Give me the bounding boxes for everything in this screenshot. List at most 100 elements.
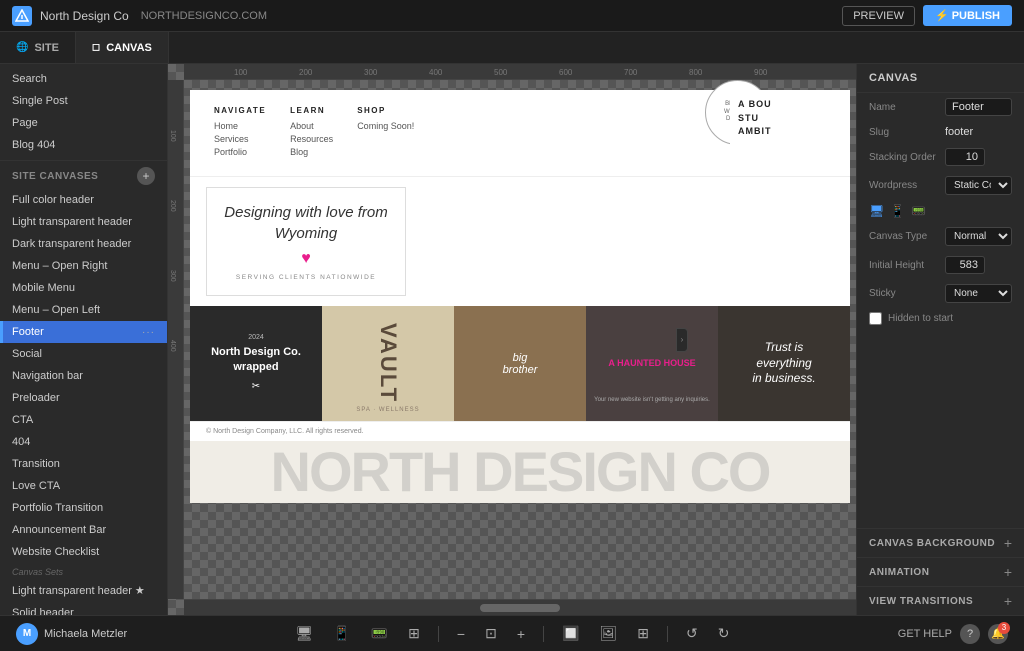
preview-image-strip: 2024 North Design Co.wrapped ✂ VAULT SPA… xyxy=(190,306,850,421)
sidebar-item-navigation-bar[interactable]: Navigation bar xyxy=(0,365,167,387)
ruler-left-mark-3: 300 xyxy=(169,270,176,282)
initial-height-input[interactable] xyxy=(945,256,985,274)
toolbar-image-btn[interactable]: 🖼 xyxy=(593,621,623,646)
nav-col-shop: SHOP Coming Soon! xyxy=(357,106,414,160)
strip-item-dog: bigbrother xyxy=(454,306,586,421)
tab-site[interactable]: 🌐 SITE xyxy=(0,32,76,63)
toolbar-zoom-out-btn[interactable]: − xyxy=(451,622,471,646)
top-bar-actions: PREVIEW ⚡ PUBLISH xyxy=(842,5,1012,26)
sidebar-item-light-transparent-star[interactable]: Light transparent header ★ xyxy=(0,579,167,602)
slug-field-row: Slug footer xyxy=(857,121,1024,143)
sidebar-item-404[interactable]: 404 xyxy=(0,431,167,453)
sidebar-item-solid-header[interactable]: Solid header xyxy=(0,602,167,615)
right-panel-collapse[interactable]: › xyxy=(676,328,688,352)
horizontal-scrollbar[interactable] xyxy=(184,599,856,615)
animation-section[interactable]: ANIMATION + xyxy=(857,557,1024,586)
sidebar-item-search[interactable]: Search xyxy=(0,68,167,90)
hidden-checkbox[interactable] xyxy=(869,312,882,325)
sidebar-item-announcement-bar[interactable]: Announcement Bar xyxy=(0,519,167,541)
canvas-type-row: Canvas Type Normal xyxy=(857,222,1024,251)
user-info: M Michaela Metzler xyxy=(16,623,127,645)
view-transitions-plus[interactable]: + xyxy=(1004,593,1012,609)
sidebar-item-footer[interactable]: Footer ··· xyxy=(0,321,167,343)
sticky-select[interactable]: None xyxy=(945,284,1012,303)
view-transitions-section[interactable]: VIEW TRANSITIONS + xyxy=(857,586,1024,615)
active-indicator xyxy=(0,321,3,343)
preview-navigation: NAVIGATE Home Services Portfolio LEARN A… xyxy=(190,90,850,176)
publish-button[interactable]: ⚡ PUBLISH xyxy=(923,5,1012,26)
toolbar-mobile-btn[interactable]: 📟 xyxy=(365,621,394,646)
sidebar: Search Single Post Page Blog 404 SITE CA… xyxy=(0,64,168,615)
sidebar-item-light-transparent[interactable]: Light transparent header xyxy=(0,211,167,233)
main-content: Search Single Post Page Blog 404 SITE CA… xyxy=(0,64,1024,615)
sidebar-item-portfolio-transition[interactable]: Portfolio Transition xyxy=(0,497,167,519)
sidebar-item-transition[interactable]: Transition xyxy=(0,453,167,475)
hero-heart: ♥ xyxy=(223,250,389,268)
sidebar-item-mobile-menu[interactable]: Mobile Menu xyxy=(0,277,167,299)
ruler-mark-500: 500 xyxy=(494,68,507,77)
canvas-background-section[interactable]: CANVAS BACKGROUND + xyxy=(857,528,1024,557)
sidebar-item-social[interactable]: Social xyxy=(0,343,167,365)
toolbar-gallery-btn[interactable]: ⊞ xyxy=(631,621,655,646)
desktop-icon[interactable]: 🖥 xyxy=(869,204,884,218)
mobile-icon[interactable]: 📟 xyxy=(911,204,926,218)
sidebar-item-single-post[interactable]: Single Post xyxy=(0,90,167,112)
nav-link-blog: Blog xyxy=(290,147,333,157)
canvas-bg-plus[interactable]: + xyxy=(1004,535,1012,551)
sidebar-item-menu-open-right[interactable]: Menu – Open Right xyxy=(0,255,167,277)
sidebar-item-page[interactable]: Page xyxy=(0,112,167,134)
toolbar-center: 🖥 📱 📟 ⊞ − ⊡ + 🔲 🖼 ⊞ ↺ ↻ xyxy=(290,621,736,646)
sidebar-item-full-color-header[interactable]: Full color header xyxy=(0,189,167,211)
nav-link-coming-soon: Coming Soon! xyxy=(357,121,414,131)
sidebar-item-cta[interactable]: CTA xyxy=(0,409,167,431)
notification-btn-wrapper: 🔔 3 xyxy=(988,624,1008,644)
canvas-sets-label: Canvas Sets xyxy=(0,563,167,579)
stacking-order-row: Stacking Order xyxy=(857,143,1024,171)
sticky-label: Sticky xyxy=(869,288,939,299)
stacking-order-input[interactable] xyxy=(945,148,985,166)
ruler-mark-900: 900 xyxy=(754,68,767,77)
sidebar-item-website-checklist[interactable]: Website Checklist xyxy=(0,541,167,563)
page-label: Page xyxy=(12,117,38,129)
toolbar-redo-btn[interactable]: ↻ xyxy=(712,621,736,646)
toolbar-tablet-btn[interactable]: 📱 xyxy=(327,621,356,646)
preview-button[interactable]: PREVIEW xyxy=(842,6,915,26)
tablet-icon[interactable]: 📱 xyxy=(890,204,905,218)
sidebar-item-menu-open-left[interactable]: Menu – Open Left xyxy=(0,299,167,321)
toolbar-grid-btn[interactable]: ⊞ xyxy=(402,621,426,646)
view-transitions-title: VIEW TRANSITIONS xyxy=(869,596,973,607)
toolbar-zoom-fit-btn[interactable]: ⊡ xyxy=(479,621,503,646)
wordpress-select[interactable]: Static Content xyxy=(945,176,1012,195)
canvas-area[interactable]: 100 200 300 400 500 600 700 800 900 100 … xyxy=(168,64,856,615)
initial-height-label: Initial Height xyxy=(869,260,939,271)
sidebar-item-blog404[interactable]: Blog 404 xyxy=(0,134,167,156)
animation-plus[interactable]: + xyxy=(1004,564,1012,580)
strip-item-1: 2024 North Design Co.wrapped ✂ xyxy=(190,306,322,421)
preview-footer-copyright: © North Design Company, LLC. All rights … xyxy=(190,421,850,441)
canvas-type-select[interactable]: Normal xyxy=(945,227,1012,246)
site-canvases-title: SITE CANVASES xyxy=(12,171,137,182)
scrollbar-thumb-h[interactable] xyxy=(480,604,560,612)
sidebar-item-dark-transparent[interactable]: Dark transparent header xyxy=(0,233,167,255)
ruler-mark-800: 800 xyxy=(689,68,702,77)
toolbar-undo-btn[interactable]: ↺ xyxy=(680,621,704,646)
sidebar-item-preloader[interactable]: Preloader xyxy=(0,387,167,409)
hero-heading: Designing with love from Wyoming xyxy=(223,202,389,244)
tab-canvas[interactable]: ◻ CANVAS xyxy=(76,32,169,63)
toolbar-add-element-btn[interactable]: 🔲 xyxy=(556,621,585,646)
search-item-label: Search xyxy=(12,73,47,85)
toolbar-desktop-btn[interactable]: 🖥 xyxy=(290,621,320,646)
tab-canvas-label: CANVAS xyxy=(106,42,152,54)
ruler-mark-400: 400 xyxy=(429,68,442,77)
footer-menu-dots[interactable]: ··· xyxy=(142,327,155,338)
single-post-label: Single Post xyxy=(12,95,68,107)
help-button[interactable]: ? xyxy=(960,624,980,644)
toolbar-zoom-in-btn[interactable]: + xyxy=(511,622,531,646)
name-input[interactable] xyxy=(945,98,1012,116)
nav-heading-shop: SHOP xyxy=(357,106,414,115)
sidebar-item-love-cta[interactable]: Love CTA xyxy=(0,475,167,497)
add-canvas-button[interactable]: + xyxy=(137,167,155,185)
canvas-viewport[interactable]: NAVIGATE Home Services Portfolio LEARN A… xyxy=(184,80,856,599)
canvas-type-label: Canvas Type xyxy=(869,231,939,242)
nav-col-navigate: NAVIGATE Home Services Portfolio xyxy=(214,106,266,160)
